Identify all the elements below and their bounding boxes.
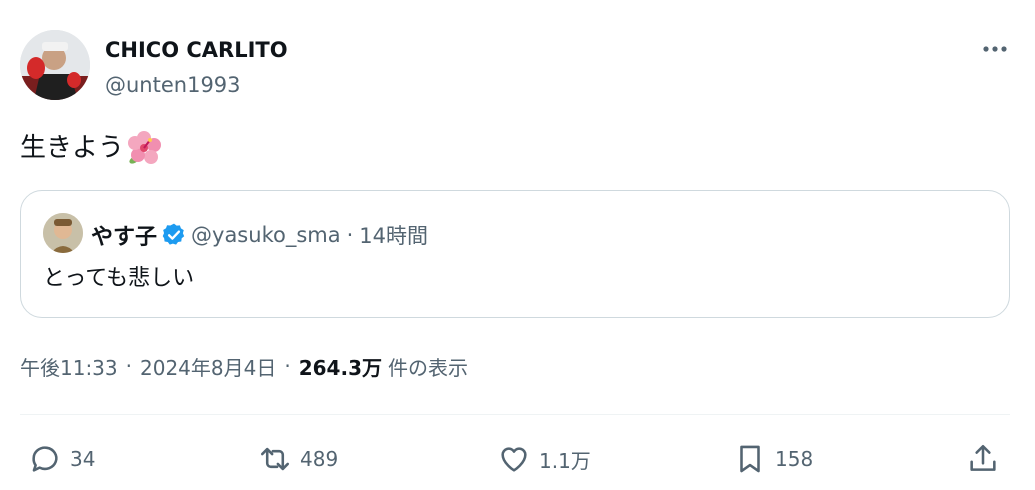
like-button[interactable]: 1.1万 xyxy=(497,440,591,478)
meta-separator: · xyxy=(125,354,132,378)
bookmark-count: 158 xyxy=(775,447,814,471)
heart-icon xyxy=(501,447,527,472)
tweet-meta: 午後11:33 · 2024年8月4日 · 264.3万 件の表示 xyxy=(20,348,468,384)
author-avatar[interactable] xyxy=(20,30,90,100)
reply-icon xyxy=(32,446,58,472)
quoted-author-handle[interactable]: @yasuko_sma xyxy=(191,223,341,247)
author-handle[interactable]: @unten1993 xyxy=(105,70,241,100)
quoted-header-separator: · xyxy=(346,223,354,247)
retweet-count: 489 xyxy=(300,447,339,471)
quoted-tweet-card[interactable]: やす子 @yasuko_sma · 14時間 とっても悲しい xyxy=(20,190,1010,318)
author-avatar-image xyxy=(20,30,90,100)
quoted-author-display-name[interactable]: やす子 xyxy=(91,219,157,251)
author-display-name[interactable]: CHICO CARLITO xyxy=(105,35,288,65)
tweet-text: 生きよう xyxy=(20,128,162,168)
quoted-tweet-text: とっても悲しい xyxy=(43,266,195,291)
meta-separator: · xyxy=(284,354,291,378)
quoted-tweet-header: やす子 @yasuko_sma · 14時間 xyxy=(91,219,428,251)
like-count: 1.1万 xyxy=(539,448,591,473)
views-count: 264.3万 xyxy=(298,355,382,380)
quoted-tweet-time[interactable]: 14時間 xyxy=(359,220,428,250)
tweet-date[interactable]: 2024年8月4日 xyxy=(140,352,276,381)
more-horizontal-icon xyxy=(983,46,1007,52)
share-icon xyxy=(970,444,996,471)
bookmark-button[interactable]: 158 xyxy=(733,440,813,478)
hibiscus-emoji xyxy=(128,131,162,164)
bookmark-icon xyxy=(740,445,760,473)
retweet-button[interactable]: 489 xyxy=(258,440,338,478)
quoted-avatar-image xyxy=(43,213,83,253)
reply-count: 34 xyxy=(70,447,96,471)
share-button[interactable] xyxy=(966,440,1000,478)
reply-button[interactable]: 34 xyxy=(28,440,95,478)
more-menu-button[interactable] xyxy=(980,38,1010,60)
tweet-time[interactable]: 午後11:33 xyxy=(20,352,118,381)
quoted-author-avatar[interactable] xyxy=(43,213,83,253)
verified-badge-icon xyxy=(162,223,185,245)
views-label: 件の表示 xyxy=(387,355,468,380)
tweet-text-content: 生きよう xyxy=(20,133,125,163)
retweet-icon xyxy=(260,447,290,471)
divider xyxy=(20,414,1010,415)
